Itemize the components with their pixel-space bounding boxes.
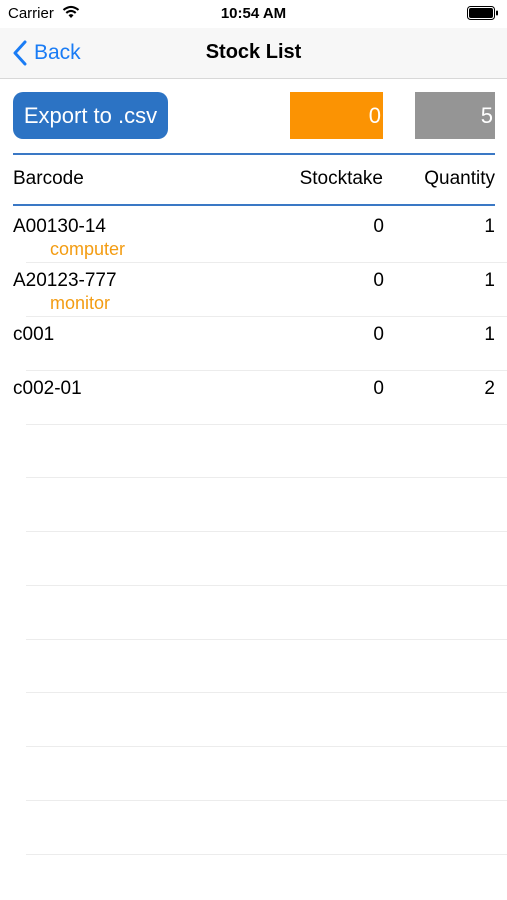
quantity-total-badge: 5 — [415, 92, 495, 139]
page-title: Stock List — [205, 41, 302, 63]
row-separator — [26, 800, 507, 801]
header-divider-top — [13, 153, 495, 155]
battery-icon — [467, 6, 498, 20]
column-header-barcode: Barcode — [13, 168, 84, 189]
row-quantity: 2 — [484, 378, 495, 399]
row-quantity: 1 — [484, 270, 495, 291]
row-barcode: c001 — [13, 324, 55, 345]
table-row[interactable]: c001 0 1 — [13, 316, 495, 370]
table-row[interactable]: c002-01 0 2 — [13, 370, 495, 424]
row-quantity: 1 — [484, 216, 495, 237]
quantity-total-value: 5 — [480, 102, 493, 128]
row-separator — [26, 692, 507, 693]
row-quantity: 1 — [484, 324, 495, 345]
row-separator — [26, 746, 507, 747]
column-header-stocktake: Stocktake — [299, 168, 383, 189]
row-stocktake: 0 — [373, 270, 384, 291]
row-separator — [26, 585, 507, 586]
column-header-quantity: Quantity — [424, 168, 495, 189]
row-stocktake: 0 — [373, 324, 384, 345]
row-description: monitor — [50, 293, 111, 313]
row-separator — [26, 424, 507, 425]
row-separator — [26, 477, 507, 478]
navigation-bar: Back Stock List — [0, 28, 507, 79]
row-stocktake: 0 — [373, 216, 384, 237]
export-csv-button[interactable]: Export to .csv — [13, 92, 168, 139]
row-barcode: A20123-777 — [13, 270, 117, 291]
row-separator — [26, 531, 507, 532]
clock: 10:54 AM — [220, 5, 287, 22]
row-barcode: c002-01 — [13, 378, 82, 399]
header-divider-bottom — [13, 204, 495, 206]
stocktake-total-badge: 0 — [290, 92, 383, 139]
row-separator — [26, 639, 507, 640]
row-stocktake: 0 — [373, 378, 384, 399]
status-bar: Carrier 10:54 AM — [0, 0, 507, 28]
table-row[interactable]: A20123-777 monitor 0 1 — [13, 262, 495, 316]
row-barcode: A00130-14 — [13, 216, 106, 237]
row-separator — [26, 854, 507, 855]
table-row[interactable]: A00130-14 computer 0 1 — [13, 208, 495, 262]
stocktake-total-value: 0 — [368, 102, 381, 128]
row-description: computer — [50, 239, 126, 259]
table-header: Barcode Stocktake Quantity — [13, 168, 495, 194]
